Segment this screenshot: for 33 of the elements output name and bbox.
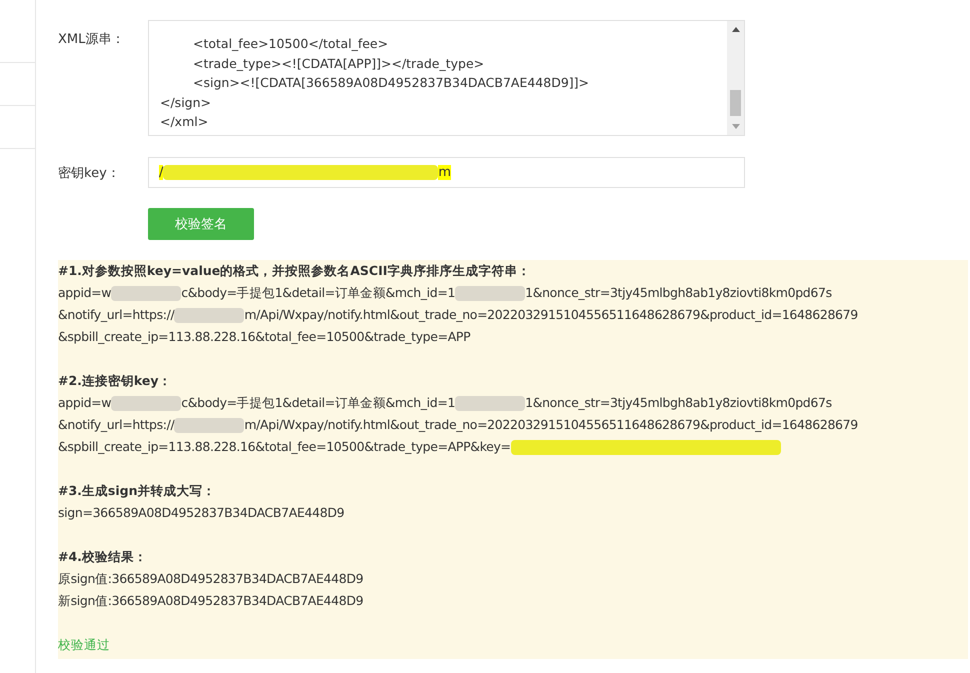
section-heading: #4.校验结果： xyxy=(58,548,148,566)
scroll-thumb[interactable] xyxy=(730,90,741,116)
field-label: XML源串： xyxy=(58,31,126,48)
section-heading: #1.对参数按照key=value的格式，并按照参数名ASCII字典序排序生成字符串： xyxy=(58,262,532,280)
result-text: c&body=手提包1&detail=订单金额&mch_id=1 xyxy=(181,395,456,410)
xml-line: </sign> xyxy=(160,94,212,112)
result-text: 1&nonce_str=3tjy45mlbgh8ab1y8ziovti8km0pd67s xyxy=(525,395,832,410)
verify-status-text: 校验通过 xyxy=(58,636,111,654)
result-text: &spbill_create_ip=113.88.228.16&total_fee=10500&trade_type=APP xyxy=(58,329,470,344)
result-text: 1&nonce_str=3tjy45mlbgh8ab1y8ziovti8km0pd67s xyxy=(525,285,832,300)
scroll-down-arrow-icon[interactable] xyxy=(732,124,740,129)
field-label: 密钥key： xyxy=(58,164,121,182)
scrollbar[interactable] xyxy=(727,21,744,135)
result-text: 原sign值:366589A08D4952837B34DACB7AE448D9 xyxy=(58,571,364,586)
result-text: 新sign值:366589A08D4952837B34DACB7AE448D9 xyxy=(58,593,364,608)
xml-line: <trade_type><![CDATA[APP]]></trade_type> xyxy=(192,54,486,73)
result-text: appid=w xyxy=(58,285,112,300)
scroll-up-arrow-icon[interactable] xyxy=(732,27,740,32)
xml-line: </xml> xyxy=(160,113,210,131)
section-heading: #2.连接密钥key： xyxy=(58,372,173,390)
result-text: &spbill_create_ip=113.88.228.16&total_fee=10500&trade_type=APP&key= xyxy=(58,439,511,454)
result-text: m/Api/Wxpay/notify.html&out_trade_no=2022032915104556511648628679&product_id=1648628679 xyxy=(244,417,858,432)
result-text: sign=366589A08D4952837B34DACB7AE448D9 xyxy=(58,505,344,520)
result-text: c&body=手提包1&detail=订单金额&mch_id=1 xyxy=(181,285,456,300)
result-text: &notify_url=https:// xyxy=(58,307,174,322)
xml-line: <total_fee>10500</total_fee> xyxy=(192,35,390,53)
xml-line: <sign><![CDATA[366589A08D4952837B34DACB7AE448D9]]> xyxy=(192,74,590,92)
key-input-field[interactable]: / m xyxy=(148,157,745,188)
section-heading: #3.生成sign并转成大写： xyxy=(58,482,216,500)
xml-text-area[interactable]: <total_fee>10500</total_fee> <trade_type><![CDATA[APP]]></trade_type> <sign><![CDATA[366589A08D4952837B34DACB7AE448D9]]> </sign> </xml> xyxy=(148,20,745,136)
result-text: &notify_url=https:// xyxy=(58,417,174,432)
result-text: m/Api/Wxpay/notify.html&out_trade_no=2022032915104556511648628679&product_id=1648628679 xyxy=(244,307,858,322)
result-text: appid=w xyxy=(58,395,112,410)
